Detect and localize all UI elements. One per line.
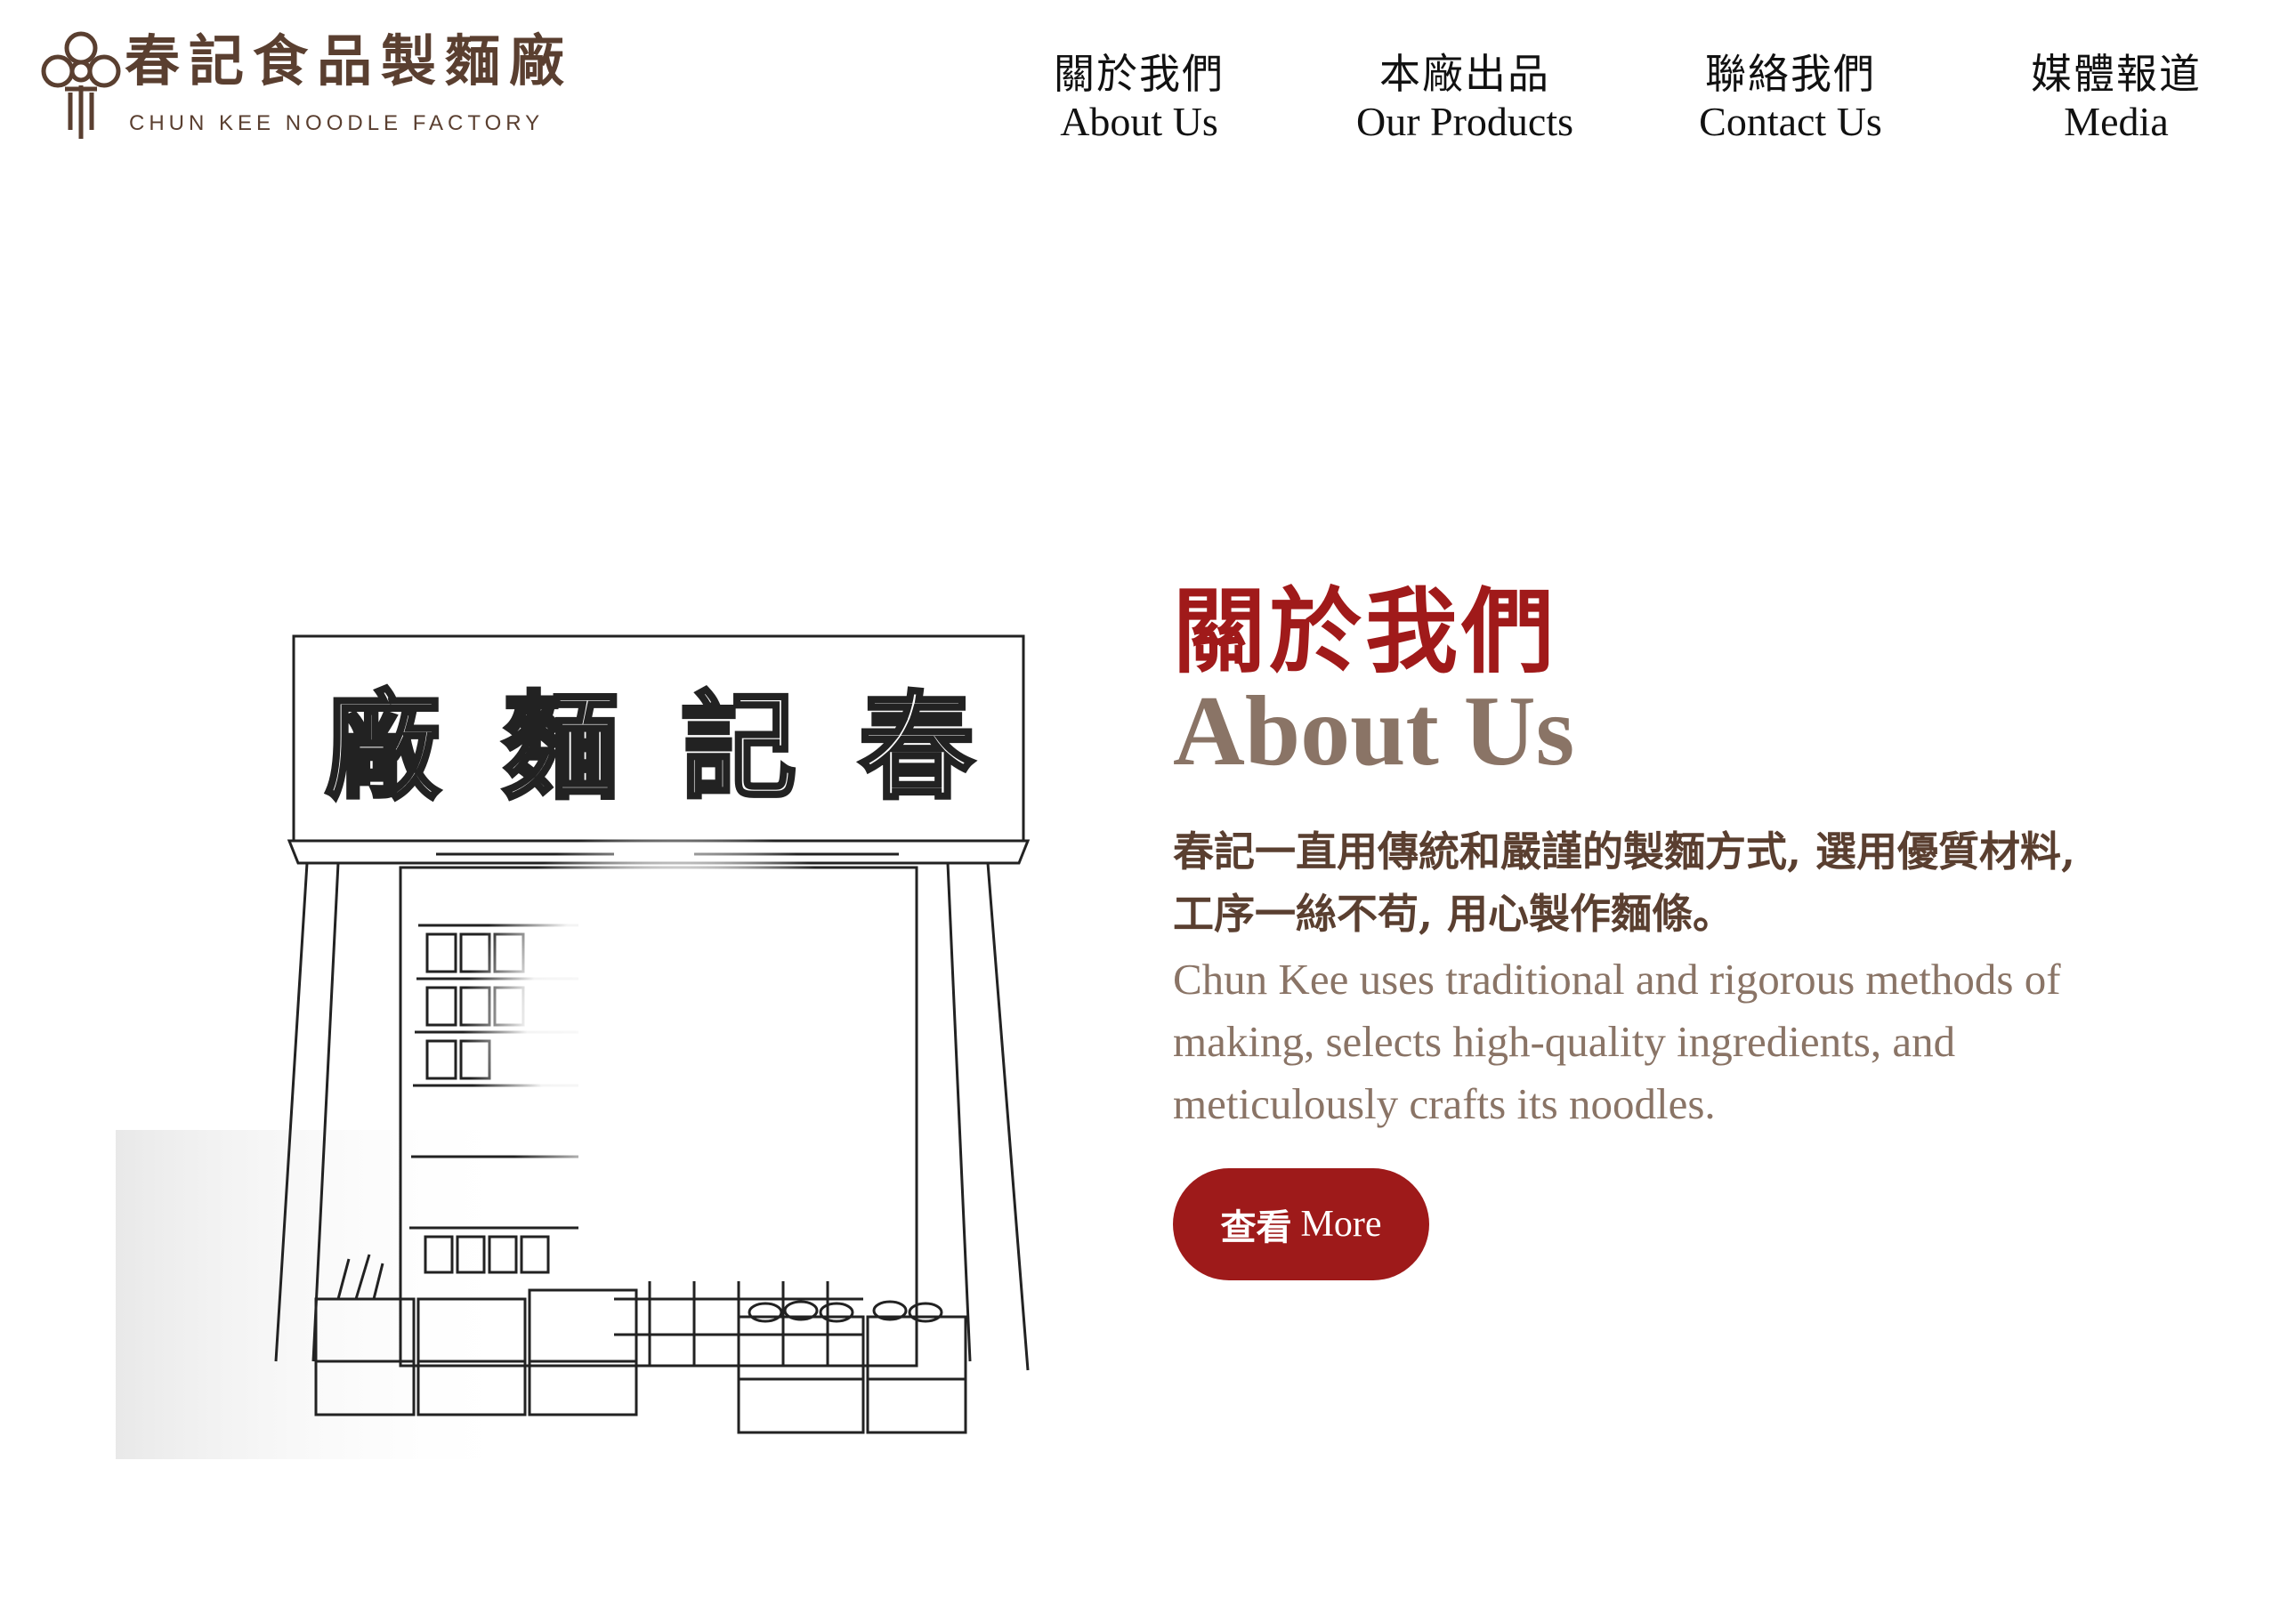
nav-label-en: Media <box>2064 99 2169 144</box>
about-title-cn: 關於我們 <box>1173 577 1558 686</box>
about-description-en-line: making, selects high-quality ingredients… <box>1173 1017 1956 1066</box>
about-description-cn-line: 工序一絲不苟, 用心製作麵條。 <box>1173 890 1734 938</box>
nav-label-en: Our Products <box>1355 99 1574 144</box>
nav-item-media[interactable]: 媒體報道 Media <box>1983 49 2250 145</box>
nav-label-en: Contact Us <box>1699 99 1882 144</box>
nav-label-cn: 聯絡我們 <box>1705 50 1876 98</box>
knot-icon <box>41 31 121 139</box>
sign-char: 記 <box>681 679 796 815</box>
site-logo[interactable]: 春記食品製麵廠 CHUN KEE NOODLE FACTORY <box>40 27 574 142</box>
nav-label-cn: 關於我們 <box>1054 50 1225 98</box>
about-description-cn: 春記一直用傳統和嚴謹的製麵方式, 選用優質材料, 工序一絲不苟, 用心製作麵條。 <box>1173 820 2259 945</box>
about-section: 關於我們 About Us 春記一直用傳統和嚴謹的製麵方式, 選用優質材料, 工… <box>1173 577 2259 1280</box>
about-description-en-line: Chun Kee uses traditional and rigorous m… <box>1173 955 2061 1004</box>
storefront-drawing: 廠 麵 記 春 <box>116 634 1031 1459</box>
nav-item-about-us[interactable]: 關於我們 About Us <box>1006 49 1273 145</box>
nav-item-contact-us[interactable]: 聯絡我們 Contact Us <box>1657 49 1924 145</box>
sign-char: 廠 <box>325 679 441 815</box>
main-nav: 關於我們 About Us 本廠出品 Our Products 聯絡我們 Con… <box>1006 49 2252 151</box>
nav-label-cn: 媒體報道 <box>2031 50 2202 98</box>
about-title-en: About Us <box>1173 676 1575 787</box>
sign-char: 麵 <box>503 679 618 815</box>
sign-char: 春 <box>859 679 974 815</box>
nav-item-our-products[interactable]: 本廠出品 Our Products <box>1331 49 1598 145</box>
nav-label-en: About Us <box>1060 99 1218 144</box>
about-description-cn-line: 春記一直用傳統和嚴謹的製麵方式, 選用優質材料, <box>1173 827 2076 876</box>
more-button-label-cn: 查看 <box>1220 1206 1292 1248</box>
storefront-illustration: 廠 麵 記 春 <box>116 605 1059 1459</box>
logo-name-en: CHUN KEE NOODLE FACTORY <box>129 111 545 135</box>
about-description-en-line: meticulously crafts its noodles. <box>1173 1079 1716 1128</box>
more-button[interactable]: 查看 More <box>1173 1168 1429 1280</box>
nav-label-cn: 本廠出品 <box>1379 50 1550 98</box>
logo-name-cn: 春記食品製麵廠 <box>125 28 574 93</box>
about-description-en: Chun Kee uses traditional and rigorous m… <box>1173 948 2259 1135</box>
more-button-label-en: More <box>1300 1204 1382 1245</box>
